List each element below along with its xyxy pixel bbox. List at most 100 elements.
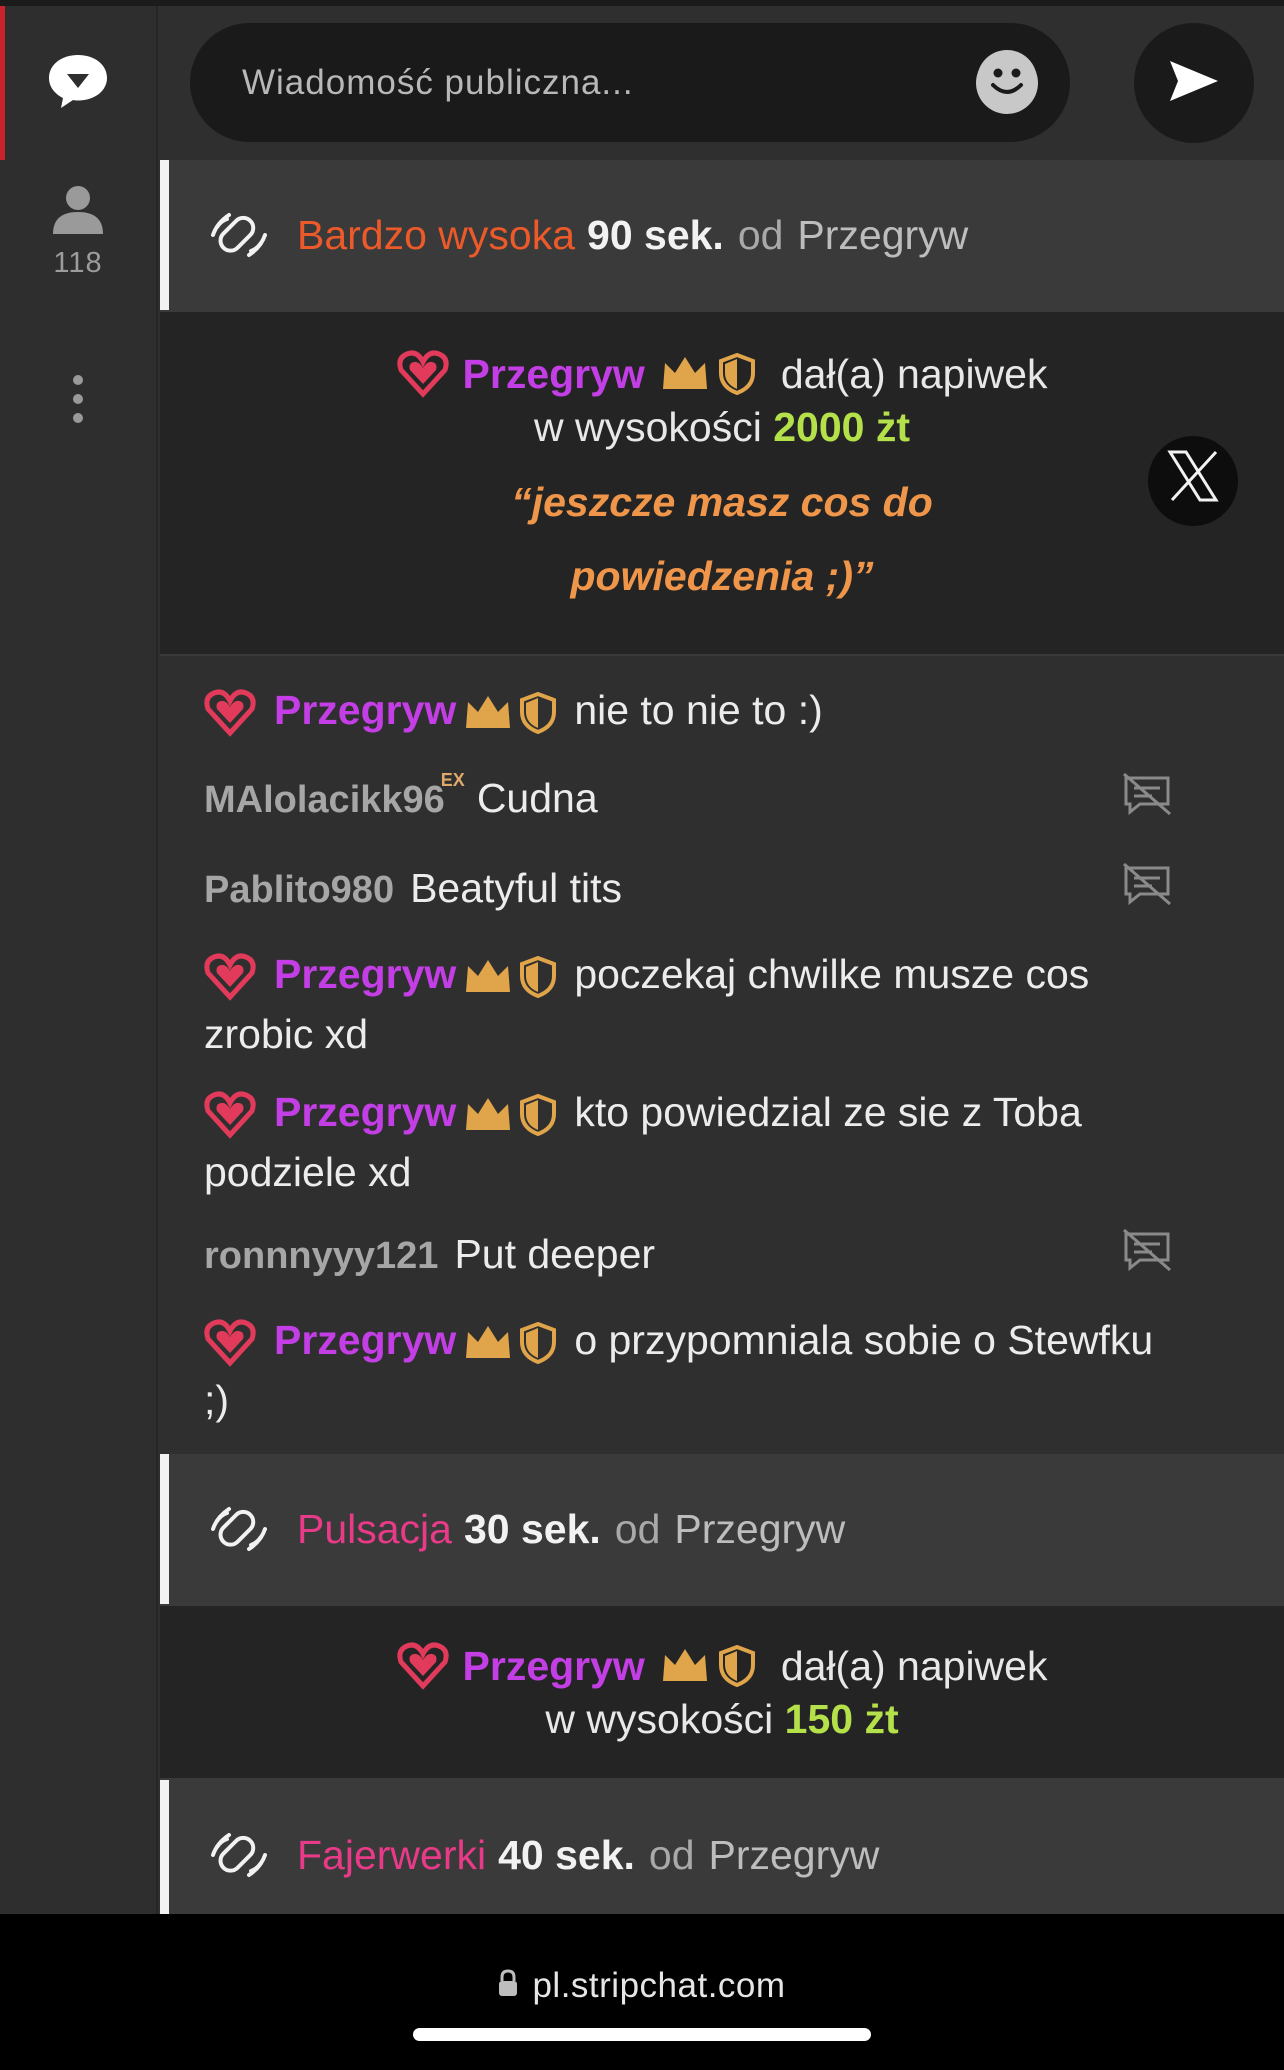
action-from: od	[648, 1831, 695, 1878]
heart-badge-icon	[204, 1319, 256, 1367]
shield-badge-icon	[718, 1645, 755, 1687]
message-username[interactable]: Przegryw	[274, 1317, 456, 1363]
shield-badge-icon	[520, 1094, 557, 1137]
message-username[interactable]: MAlolacikk96	[204, 779, 445, 821]
chat-message: Pablito980 Beatyful tits	[204, 858, 1284, 920]
chat-bubble-icon	[47, 53, 109, 114]
smiley-icon	[976, 49, 1038, 116]
x-close-icon	[1166, 450, 1220, 512]
chat-message: ronnnyyy121 Put deeper	[204, 1224, 1284, 1286]
action-user[interactable]: Przegryw	[674, 1506, 845, 1553]
vibration-icon	[211, 1501, 267, 1557]
message-text: Beatyful tits	[410, 865, 623, 911]
tip-quote-line1: “jeszcze masz cos do	[511, 479, 933, 525]
crown-badge-icon	[466, 1098, 511, 1131]
tip-line2: w wysokości 2000 żt	[160, 404, 1284, 451]
sidebar-item-chat[interactable]	[0, 6, 156, 160]
action-from: od	[614, 1505, 661, 1552]
tip-amount: 150 żt	[784, 1696, 899, 1742]
action-name: Pulsacja	[297, 1505, 452, 1552]
hide-message-icon[interactable]	[1122, 862, 1172, 906]
chat-message: Przegryw nie to nie to :)	[204, 680, 1284, 740]
user-badges	[204, 953, 256, 1001]
message-text: nie to nie to :)	[574, 687, 823, 733]
public-message-input[interactable]	[190, 23, 976, 142]
toy-action-row: Pulsacja 30 sek. od Przegryw	[160, 1454, 1284, 1604]
shield-badge-icon	[520, 1322, 557, 1365]
chat-message: Przegryw poczekaj chwilke musze cos zrob…	[204, 944, 1284, 1064]
toy-action-row: Bardzo wysoka 90 sek. od Przegryw	[160, 160, 1284, 310]
crown-badge-icon	[466, 960, 511, 993]
user-tag: EX	[440, 770, 465, 790]
crown-badge-icon	[466, 696, 511, 729]
heart-badge-icon	[204, 689, 256, 737]
action-duration: 90 sek.	[587, 211, 724, 258]
action-user[interactable]: Przegryw	[709, 1832, 880, 1879]
user-badges	[464, 1322, 557, 1365]
hide-message-icon[interactable]	[1122, 1228, 1172, 1272]
message-input-container	[190, 23, 1070, 142]
crown-badge-icon	[661, 355, 709, 393]
user-badges	[464, 956, 557, 999]
user-badges	[204, 689, 256, 737]
crown-badge-icon	[661, 1647, 709, 1685]
hide-message-icon[interactable]	[1122, 772, 1172, 816]
tip-line1: Przegryw dał(a) napiwek	[160, 350, 1284, 398]
message-username[interactable]: Pablito980	[204, 869, 394, 911]
user-icon	[51, 184, 105, 239]
messages-list: Przegryw nie to nie to :) MAlolacikk96EX…	[160, 656, 1284, 1454]
action-user[interactable]: Przegryw	[797, 212, 968, 259]
message-username[interactable]: Przegryw	[274, 951, 456, 997]
toy-action-row: Fajerwerki 40 sek. od Przegryw	[160, 1780, 1284, 1914]
shield-badge-icon	[520, 692, 557, 735]
action-name: Fajerwerki	[297, 1831, 487, 1878]
message-username[interactable]: ronnnyyy121	[204, 1235, 438, 1277]
action-name: Bardzo wysoka	[297, 211, 576, 258]
tip-line2: w wysokości 150 żt	[160, 1696, 1284, 1743]
lock-icon	[498, 1966, 518, 2006]
tip-amount: 2000 żt	[773, 404, 910, 450]
heart-badge-icon	[204, 1091, 256, 1139]
emoji-button[interactable]	[976, 49, 1038, 116]
message-text: Cudna	[476, 775, 598, 821]
user-badges	[464, 692, 557, 735]
user-badges	[204, 1319, 256, 1367]
browser-url-bar[interactable]: pl.stripchat.com	[0, 1914, 1284, 2070]
chat-message: Przegryw o przypomniala sobie o Stewfku …	[204, 1310, 1284, 1430]
home-indicator[interactable]	[413, 2028, 871, 2041]
heart-badge-icon	[204, 953, 256, 1001]
sidebar-item-users[interactable]: 118	[0, 184, 156, 304]
user-badges	[204, 1091, 256, 1139]
shield-badge-icon	[520, 956, 557, 999]
action-from: od	[737, 211, 784, 258]
message-username[interactable]: Przegryw	[274, 687, 456, 733]
url-display[interactable]: pl.stripchat.com	[0, 1966, 1284, 2006]
tip-text1: dał(a) napiwek	[780, 350, 1048, 397]
sidebar-more-button[interactable]	[0, 366, 156, 436]
message-username[interactable]: Przegryw	[274, 1089, 456, 1135]
heart-badge-icon	[396, 1642, 449, 1690]
shield-badge-icon	[718, 353, 755, 395]
tip-line1: Przegryw dał(a) napiwek	[160, 1642, 1284, 1690]
crown-badge-icon	[466, 1326, 511, 1359]
action-duration: 30 sek.	[463, 1505, 601, 1552]
tipper-username[interactable]: Przegryw	[463, 1643, 645, 1690]
tipper-username[interactable]: Przegryw	[463, 351, 645, 398]
tip-notification: Przegryw dał(a) napiwek w wysokości 150 …	[160, 1604, 1284, 1780]
chat-header	[160, 6, 1284, 160]
tip-quote-line2: powiedzenia ;)”	[570, 553, 874, 599]
users-count: 118	[53, 247, 103, 279]
action-duration: 40 sek.	[498, 1831, 635, 1878]
send-button[interactable]	[1134, 23, 1254, 143]
tip-notification: Przegryw dał(a) napiwek w wysokości 2000…	[160, 310, 1284, 656]
close-tip-button[interactable]	[1148, 436, 1238, 526]
send-arrow-icon	[1168, 59, 1220, 108]
message-text: Put deeper	[454, 1231, 656, 1277]
vibration-icon	[211, 1827, 267, 1883]
chat-message: Przegryw kto powiedzial ze sie z Toba po…	[204, 1082, 1284, 1202]
user-badges	[464, 1094, 557, 1137]
sidebar: 118	[0, 6, 158, 1914]
chat-feed[interactable]: Bardzo wysoka 90 sek. od Przegryw Przegr…	[160, 160, 1284, 1914]
more-vertical-icon	[71, 373, 85, 430]
tip-text2: w wysokości	[545, 1696, 774, 1742]
